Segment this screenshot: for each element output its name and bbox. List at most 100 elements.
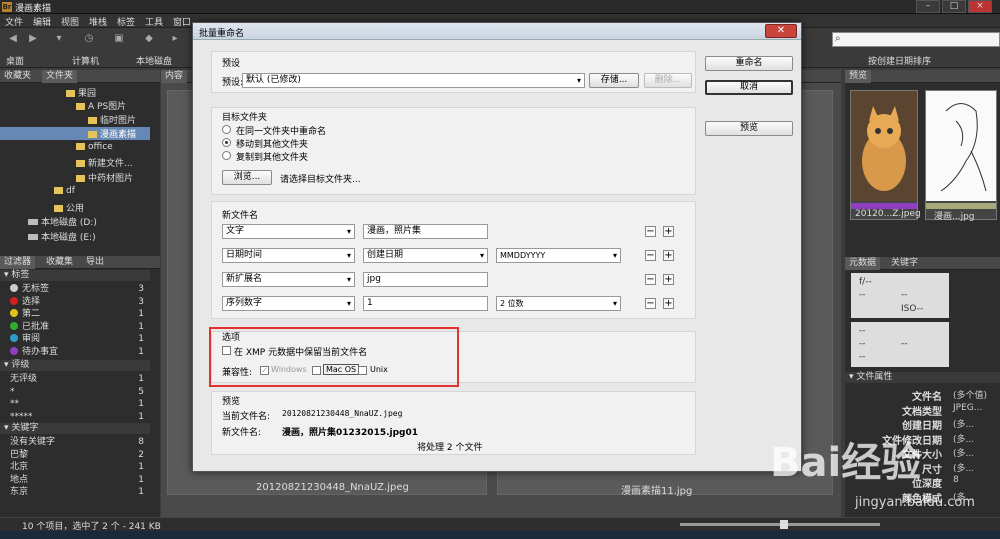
dialog-close-icon[interactable]: ✕: [765, 24, 797, 38]
maximize-icon[interactable]: □: [942, 0, 966, 13]
radio-same-folder[interactable]: [222, 125, 231, 134]
label-filter-row[interactable]: 选择 3: [0, 296, 150, 308]
camera-icon[interactable]: ▣: [110, 33, 128, 47]
remove-row-icon[interactable]: −: [645, 298, 656, 309]
menu-edit[interactable]: 编辑: [33, 15, 51, 28]
keyword-filter-row[interactable]: 地点 1: [0, 474, 150, 486]
filename-element-dropdown[interactable]: 日期时间 ▾: [222, 248, 355, 263]
menu-stack[interactable]: 堆栈: [89, 15, 107, 28]
search-input[interactable]: ⌕: [832, 32, 1000, 47]
sort-dropdown[interactable]: 按创建日期排序: [868, 54, 931, 67]
menu-file[interactable]: 文件: [5, 15, 23, 28]
open-icon[interactable]: ▸: [166, 33, 184, 47]
tab-favorites[interactable]: 收藏夹: [0, 70, 35, 83]
breadcrumb-desktop[interactable]: 桌面: [6, 54, 24, 67]
menu-tools[interactable]: 工具: [145, 15, 163, 28]
close-icon[interactable]: ×: [968, 0, 992, 13]
folder-icon: [88, 117, 97, 124]
filename-text-field[interactable]: 漫画，照片集: [363, 224, 488, 239]
tree-item[interactable]: 公用: [54, 201, 84, 214]
add-row-icon[interactable]: +: [663, 298, 674, 309]
keyword-filter-row[interactable]: 巴黎 2: [0, 449, 150, 461]
add-row-icon[interactable]: +: [663, 274, 674, 285]
rating-filter-row[interactable]: 无评级 1: [0, 373, 150, 385]
filename-element-dropdown[interactable]: 文字 ▾: [222, 224, 355, 239]
add-row-icon[interactable]: +: [663, 226, 674, 237]
tab-keywords[interactable]: 关键字: [887, 257, 922, 270]
label-filter-row[interactable]: 第二 1: [0, 308, 150, 320]
tree-item[interactable]: df: [54, 186, 75, 196]
remove-row-icon[interactable]: −: [645, 226, 656, 237]
field-value: 1: [367, 298, 373, 308]
filename-element-dropdown[interactable]: 新扩展名 ▾: [222, 272, 355, 287]
preview-thumb[interactable]: 20120...Z.jpeg: [850, 90, 921, 220]
breadcrumb-computer[interactable]: 计算机: [72, 54, 99, 67]
tree-item[interactable]: A PS图片: [76, 99, 126, 112]
tab-preview[interactable]: 预览: [845, 70, 872, 83]
tab-filter[interactable]: 过滤器: [0, 256, 36, 269]
label-section-header[interactable]: ▾ 标签: [0, 270, 150, 281]
tree-item[interactable]: 新建文件...: [76, 156, 133, 169]
label-filter-row[interactable]: 无标签 3: [0, 283, 150, 295]
tab-folders[interactable]: 文件夹: [42, 70, 78, 83]
preview-button[interactable]: 预览: [705, 121, 793, 136]
filter-count: 1: [138, 462, 144, 472]
browse-button[interactable]: 浏览...: [222, 170, 272, 185]
property-key: 文档类型: [902, 406, 942, 418]
label-filter-row[interactable]: 待办事宜 1: [0, 346, 150, 358]
date-source-dropdown[interactable]: 创建日期 ▾: [363, 248, 488, 263]
tab-content[interactable]: 内容: [161, 70, 188, 83]
keyword-filter-row[interactable]: 没有关键字 8: [0, 436, 150, 448]
add-row-icon[interactable]: +: [663, 250, 674, 261]
breadcrumb-local-disk[interactable]: 本地磁盘: [136, 54, 172, 67]
tree-item[interactable]: 本地磁盘 (E:): [28, 230, 96, 243]
cancel-button[interactable]: 取消: [705, 80, 793, 95]
minimize-icon[interactable]: –: [916, 0, 940, 13]
remove-row-icon[interactable]: −: [645, 274, 656, 285]
keyword-filter-row[interactable]: 东京 1: [0, 486, 150, 498]
filter-count: 1: [138, 321, 144, 332]
delete-button[interactable]: 删除...: [644, 73, 692, 88]
forward-icon[interactable]: ▶: [24, 33, 42, 47]
property-value: (多...: [953, 463, 975, 474]
tab-metadata[interactable]: 元数据: [845, 257, 881, 270]
preset-dropdown[interactable]: 默认 (已修改) ▾: [242, 73, 585, 88]
tree-item[interactable]: office: [76, 142, 113, 152]
filename-element-dropdown[interactable]: 序列数字 ▾: [222, 296, 355, 311]
refine-icon[interactable]: ◆: [140, 33, 158, 47]
keyword-filter-row[interactable]: 北京 1: [0, 461, 150, 473]
rating-filter-row[interactable]: * 5: [0, 386, 150, 398]
radio-move-folder[interactable]: [222, 138, 231, 147]
rating-section-header[interactable]: ▾ 评级: [0, 360, 150, 371]
keyword-section-header[interactable]: ▾ 关键字: [0, 423, 150, 434]
tree-item[interactable]: 果园: [66, 86, 96, 99]
radio-copy-folder[interactable]: [222, 151, 231, 160]
preview-thumb[interactable]: 漫画...jpg: [925, 90, 997, 222]
menu-window[interactable]: 窗口: [173, 15, 191, 28]
tree-item[interactable]: 本地磁盘 (D:): [28, 215, 97, 228]
menu-view[interactable]: 视图: [61, 15, 79, 28]
label-filter-row[interactable]: 审阅 1: [0, 333, 150, 345]
back-icon[interactable]: ◀: [4, 33, 22, 47]
remove-row-icon[interactable]: −: [645, 250, 656, 261]
format-dropdown[interactable]: MMDDYYYY ▾: [496, 248, 621, 263]
property-key: 文件名: [912, 392, 942, 403]
save-button[interactable]: 存储...: [589, 73, 639, 88]
menu-label[interactable]: 标签: [117, 15, 135, 28]
tree-item[interactable]: 中药材图片: [76, 171, 133, 184]
tree-item-selected[interactable]: 漫画素描: [0, 127, 150, 140]
tab-collections[interactable]: 收藏集: [42, 256, 77, 269]
filename-text-field[interactable]: jpg: [363, 272, 488, 287]
recent-icon[interactable]: ◷: [80, 33, 98, 47]
tree-item[interactable]: 临时图片: [88, 113, 136, 126]
go-parent-icon[interactable]: ▾: [50, 33, 68, 47]
rating-filter-row[interactable]: ***** 1: [0, 411, 150, 423]
file-properties-header[interactable]: ▾ 文件属性: [845, 372, 1000, 383]
format-dropdown[interactable]: 2 位数 ▾: [496, 296, 621, 311]
filename-text-field[interactable]: 1: [363, 296, 488, 311]
rename-button[interactable]: 重命名: [705, 56, 793, 71]
label-filter-row[interactable]: 已批准 1: [0, 321, 150, 333]
tab-export[interactable]: 导出: [82, 256, 108, 269]
rating-filter-row[interactable]: ** 1: [0, 398, 150, 410]
slider-handle[interactable]: [780, 520, 788, 529]
